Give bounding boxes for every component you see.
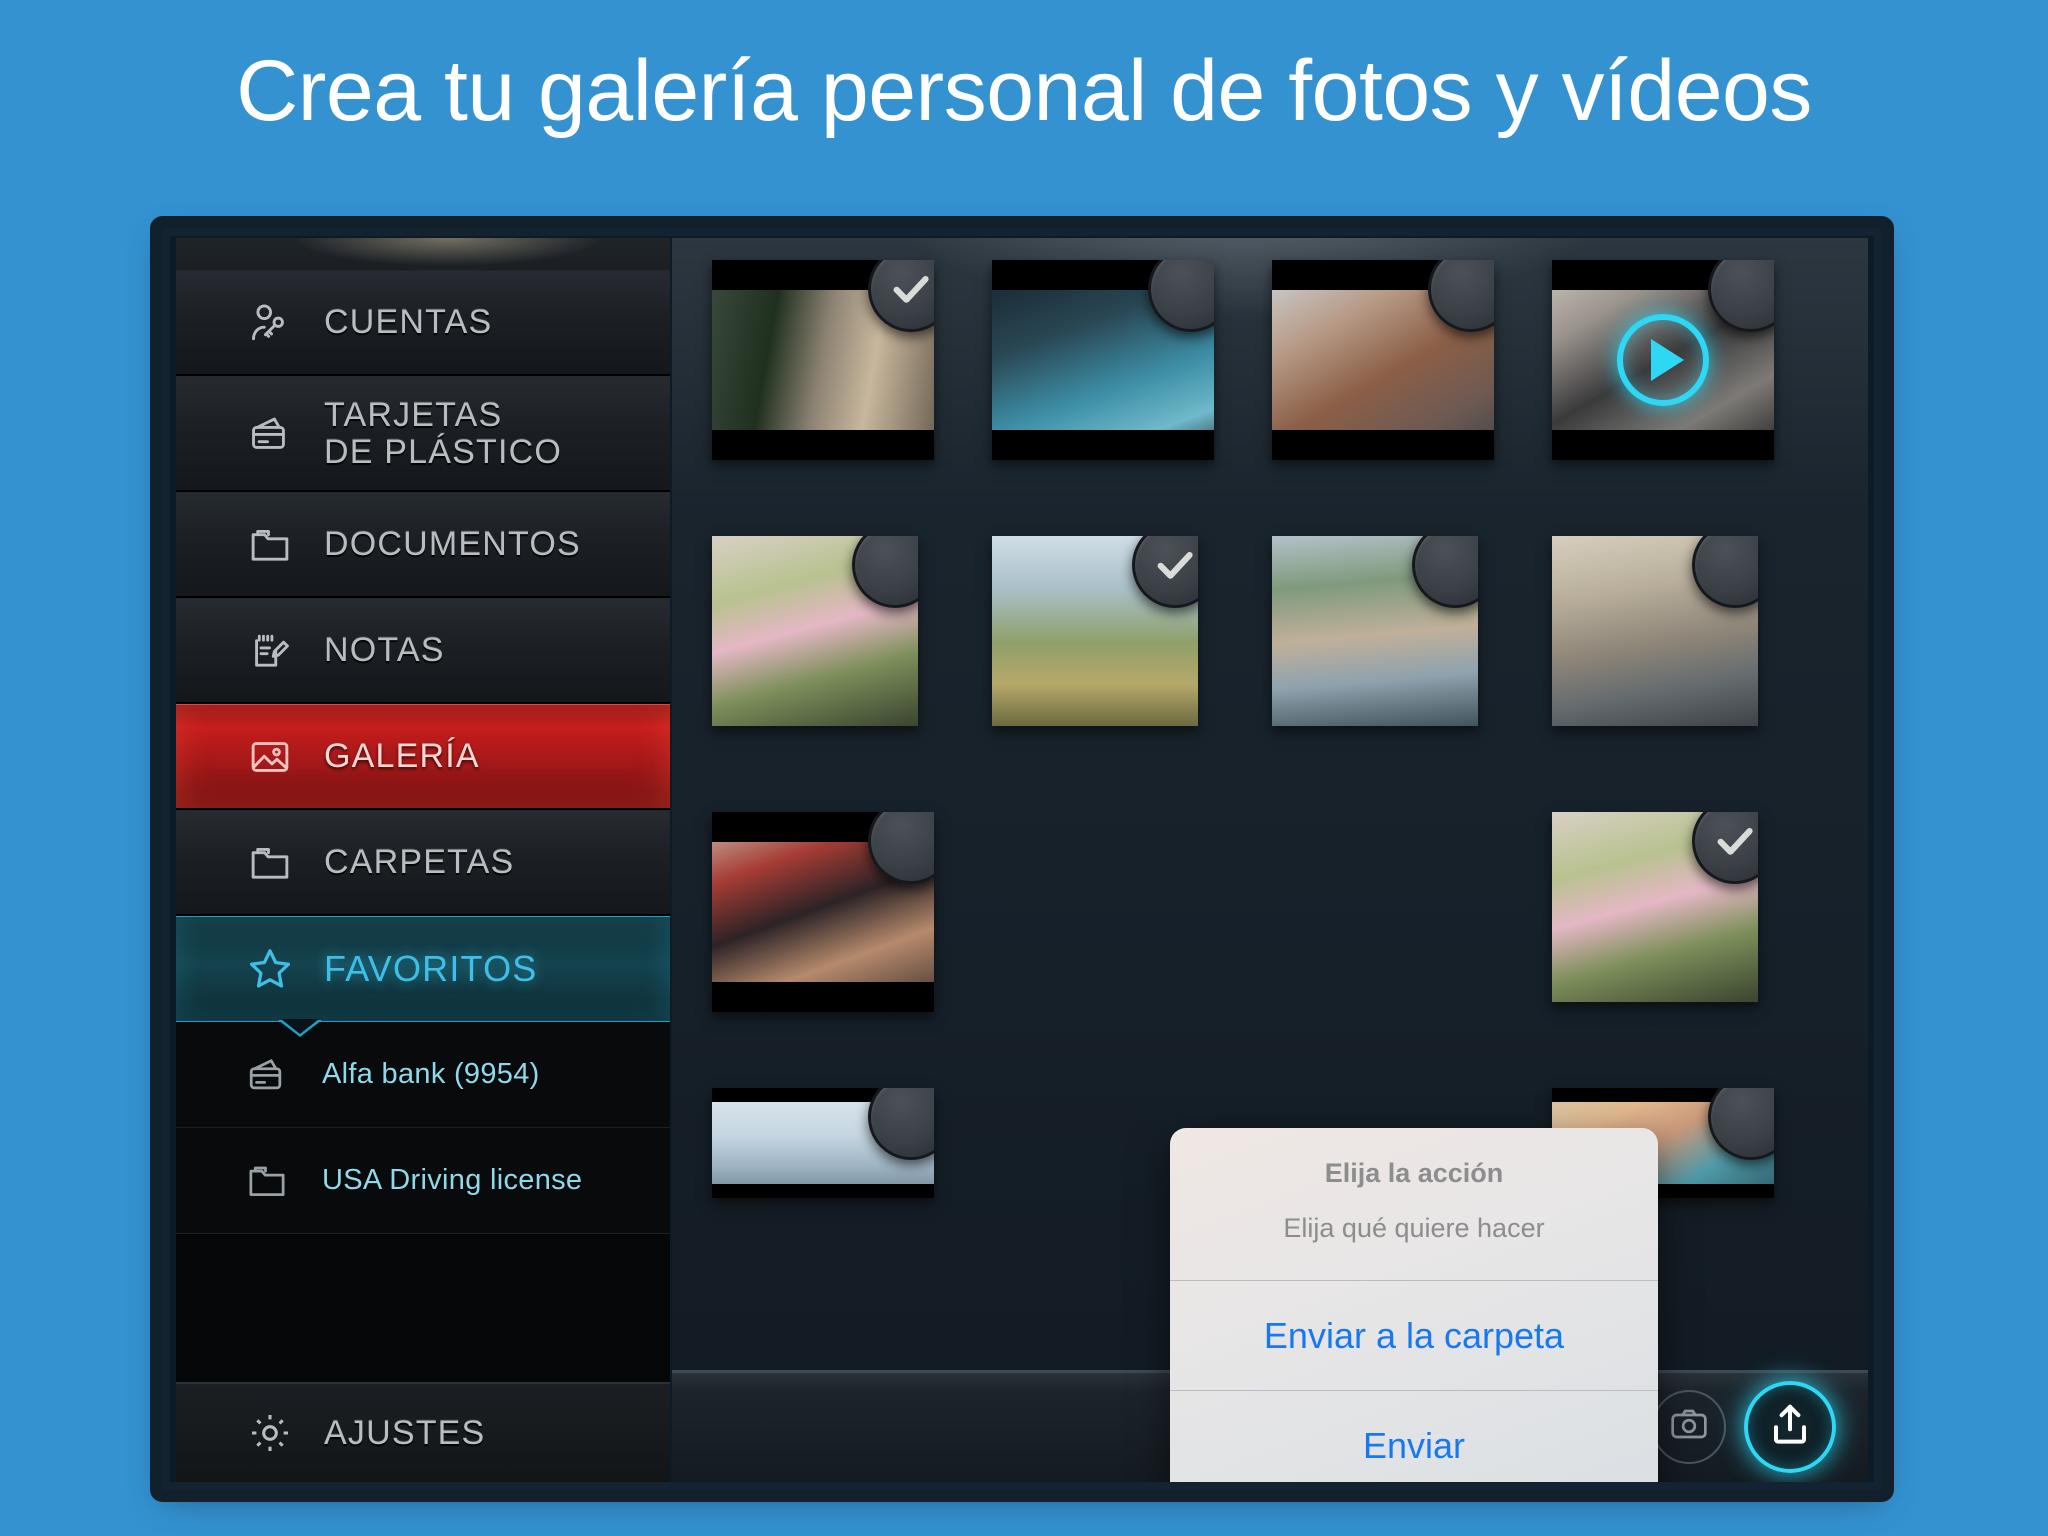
favorites-list: Alfa bank (9954) USA Driving license (176, 1022, 670, 1234)
photo-hilltop-woman[interactable] (992, 536, 1198, 726)
photo-party-costumes[interactable] (712, 812, 934, 1012)
letterbox-bar (712, 430, 934, 460)
photo-grid-cell (992, 260, 1272, 500)
camera-button[interactable] (1652, 1389, 1726, 1464)
photo-grid-cell (712, 1088, 992, 1238)
photo-pool-woman[interactable] (992, 260, 1214, 460)
user-key-icon (238, 293, 302, 353)
sidebar-item-label: AJUSTES (324, 1413, 486, 1452)
dialog-button-enviar[interactable]: Enviar (1170, 1390, 1658, 1490)
letterbox-bar (1272, 430, 1494, 460)
camera-icon (1669, 1404, 1709, 1449)
device-frame: CUENTAS TARJETAS DE PLÁSTICO DOCUMENTOS NOT… (162, 228, 1882, 1490)
sidebar-item-notas[interactable]: NOTAS (176, 598, 670, 704)
sidebar-filler (176, 1234, 670, 1382)
sidebar-item-cuentas[interactable]: CUENTAS (176, 270, 670, 376)
photo-sky-sunglasses[interactable] (712, 1088, 934, 1198)
photo-selfie-woman[interactable] (1272, 260, 1494, 460)
photo-grid-cell (1552, 260, 1832, 500)
photo-grid-cell (712, 260, 992, 500)
photo-grid-cell (1272, 536, 1552, 776)
photo-grid-cell (712, 536, 992, 776)
photo-grid-row (712, 260, 1832, 500)
play-icon[interactable] (1617, 314, 1709, 406)
folder-icon (238, 515, 302, 575)
photo-grid-row (712, 536, 1832, 776)
page-title: Crea tu galería personal de fotos y víde… (236, 43, 1812, 139)
dialog-buttons: Enviar a la carpetaEnviarEliminar (1170, 1280, 1658, 1490)
sidebar-item-label: FAVORITOS (324, 947, 538, 989)
letterbox-bar (1552, 430, 1774, 460)
photo-marina-sign[interactable] (1552, 536, 1758, 726)
letterbox-bar (712, 982, 934, 1012)
favorite-item-label: USA Driving license (322, 1164, 583, 1196)
photo-grid-cell (1552, 536, 1832, 776)
gear-icon (238, 1404, 302, 1462)
photo-grid-row (712, 812, 1832, 1052)
credit-card-icon (238, 404, 302, 464)
dialog-button-enviar-a-la-carpeta[interactable]: Enviar a la carpeta (1170, 1280, 1658, 1390)
sidebar-item-label: DOCUMENTOS (324, 525, 581, 564)
photo-grid-cell (1552, 812, 1832, 1052)
favorite-item-label: Alfa bank (9954) (322, 1058, 540, 1090)
letterbox-bar (712, 1184, 934, 1198)
dialog-title: Elija la acción (1324, 1158, 1504, 1188)
sidebar-item-favoritos[interactable]: FAVORITOS (176, 916, 670, 1037)
sidebar-item-tarjetas-de-plástico[interactable]: TARJETAS DE PLÁSTICO (176, 376, 670, 492)
sidebar-item-documentos[interactable]: DOCUMENTOS (176, 492, 670, 598)
photo-flowers-profumeria[interactable] (712, 536, 918, 726)
sidebar-menu: CUENTAS TARJETAS DE PLÁSTICO DOCUMENTOS NOT… (176, 270, 670, 1037)
share-upload-icon (1766, 1400, 1814, 1453)
sidebar-item-label: GALERÍA (324, 737, 480, 776)
active-item-caret (278, 1019, 322, 1037)
photo-profumeria-selected[interactable] (1552, 812, 1758, 1002)
letterbox-bar (992, 430, 1214, 460)
photo-grid-cell (992, 536, 1272, 776)
note-pencil-icon (238, 621, 302, 681)
dialog-header: Elija la acción Elija qué quiere hacer (1170, 1128, 1658, 1280)
sidebar-item-label: CARPETAS (324, 843, 515, 882)
favorite-list-item[interactable]: USA Driving license (176, 1128, 670, 1234)
sidebar: CUENTAS TARJETAS DE PLÁSTICO DOCUMENTOS NOT… (176, 238, 670, 1482)
sidebar-top-glow (176, 238, 670, 272)
folder-icon (238, 1155, 296, 1207)
action-sheet-dialog: Elija la acción Elija qué quiere hacer E… (1170, 1128, 1658, 1490)
image-icon (238, 727, 302, 787)
photo-street-promenade[interactable] (1272, 536, 1478, 726)
photo-men-collage[interactable] (712, 260, 934, 460)
share-button[interactable] (1744, 1380, 1836, 1473)
favorite-list-item[interactable]: Alfa bank (9954) (176, 1022, 670, 1128)
sidebar-item-carpetas[interactable]: CARPETAS (176, 810, 670, 916)
dialog-subtitle: Elija qué quiere hacer (1283, 1213, 1545, 1243)
photo-grid-cell (712, 812, 992, 1052)
photo-grid-cell (1272, 260, 1552, 500)
folder-icon (238, 833, 302, 893)
video-guitar-room[interactable] (1552, 260, 1774, 460)
sidebar-item-label: TARJETAS DE PLÁSTICO (324, 395, 563, 471)
photo-grid-cell (992, 812, 1272, 1052)
sidebar-item-galería[interactable]: GALERÍA (176, 704, 670, 810)
sidebar-item-ajustes[interactable]: AJUSTES (176, 1382, 670, 1482)
star-icon (238, 939, 302, 999)
credit-card-icon (238, 1049, 296, 1101)
photo-grid-cell (1272, 812, 1552, 1052)
sidebar-item-label: CUENTAS (324, 303, 493, 342)
sidebar-item-label: NOTAS (324, 631, 445, 670)
